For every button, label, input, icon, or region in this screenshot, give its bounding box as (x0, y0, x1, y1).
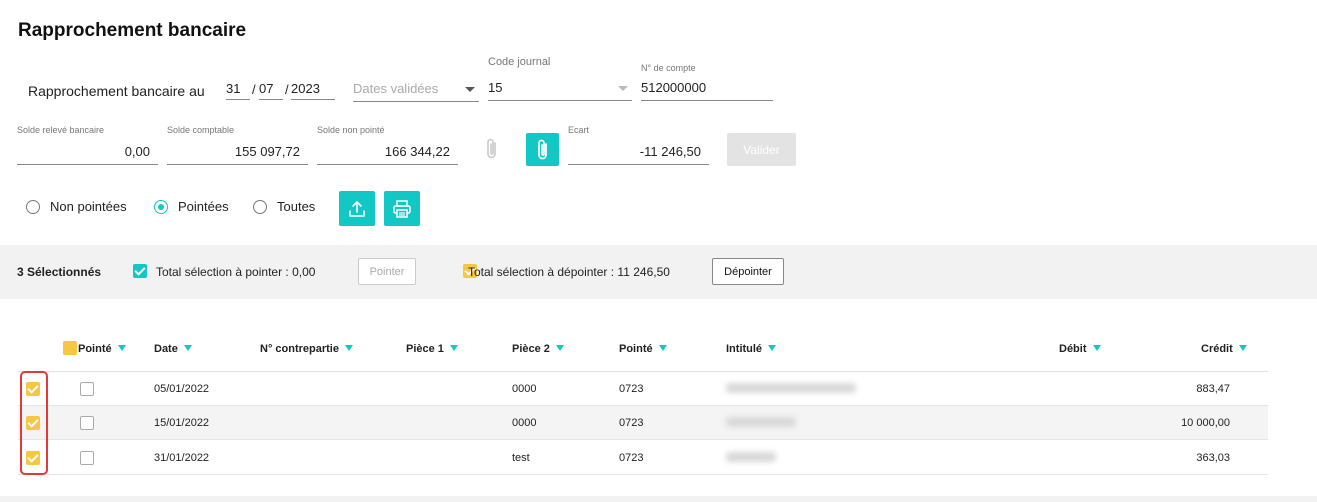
account-number-input[interactable]: 512000000 (641, 77, 773, 101)
column-header-label: Pointé (619, 343, 653, 355)
difference-label: Ecart (568, 125, 590, 135)
row-pointe-checkbox[interactable] (80, 416, 94, 430)
column-header-credit[interactable]: Crédit (1201, 343, 1247, 355)
validated-dates-select[interactable]: Dates validées (353, 78, 479, 102)
filter-label: Toutes (277, 199, 316, 214)
column-header-piece1[interactable]: Pièce 1 (406, 343, 458, 355)
accounting-balance-label: Solde comptable (167, 125, 235, 135)
page-title: Rapprochement bancaire (18, 20, 247, 41)
accounting-balance-value: 155 097,72 (167, 141, 308, 165)
sort-triangle-icon (1238, 345, 1247, 351)
selection-count: 3 Sélectionnés (17, 265, 102, 279)
column-header-pointe[interactable]: Pointé (78, 343, 126, 355)
pointer-total-label: Total sélection à pointer : 0,00 (156, 265, 316, 279)
select-all-checkbox[interactable] (62, 341, 77, 355)
row-credit: 363,03 (1196, 452, 1230, 464)
row-pointe-checkbox[interactable] (80, 382, 94, 396)
row-date: 15/01/2022 (154, 417, 210, 429)
row-intitule-redacted (726, 383, 856, 393)
column-header-debit[interactable]: Débit (1059, 343, 1101, 355)
column-header-label: Intitulé (726, 343, 763, 355)
table-row[interactable]: 05/01/2022 0000 0723 883,47 (18, 372, 1268, 406)
date-separator: / (285, 82, 289, 97)
pointer-total-checkbox[interactable] (133, 264, 147, 278)
column-header-piece2[interactable]: Pièce 2 (512, 343, 564, 355)
column-header-pointe-code[interactable]: Pointé (619, 343, 667, 355)
radio-button (154, 199, 168, 214)
paperclip-icon (478, 134, 506, 164)
selected-checkboxes-highlight (20, 371, 48, 475)
radio-button (26, 199, 40, 214)
column-header-intitule[interactable]: Intitulé (726, 343, 777, 355)
date-day-input[interactable]: 31 (226, 80, 250, 100)
column-header-label: Débit (1059, 343, 1087, 355)
column-header-label: Date (154, 343, 178, 355)
export-button[interactable] (339, 191, 375, 226)
sort-triangle-icon (449, 345, 458, 351)
row-piece2: 0000 (512, 417, 537, 429)
filter-label: Non pointées (50, 199, 127, 214)
unmatched-balance-value: 166 344,22 (317, 141, 458, 165)
column-header-label: Crédit (1201, 343, 1233, 355)
unmatched-balance-label: Solde non pointé (317, 125, 385, 135)
filter-label: Pointées (178, 199, 229, 214)
difference-value: -11 246,50 (568, 141, 709, 165)
date-separator: / (252, 82, 256, 97)
row-intitule-redacted (726, 452, 776, 462)
caret-down-icon (618, 86, 628, 91)
code-journal-value: 15 (488, 80, 503, 95)
table-row[interactable]: 15/01/2022 0000 0723 10 000,00 (18, 406, 1268, 440)
caret-down-icon (465, 87, 475, 92)
validated-dates-placeholder: Dates validées (353, 81, 439, 96)
row-pointe-code: 0723 (619, 417, 644, 429)
row-intitule-redacted (726, 417, 796, 427)
row-date: 31/01/2022 (154, 452, 210, 464)
sort-triangle-icon (555, 345, 564, 351)
sort-triangle-icon (117, 345, 126, 351)
date-year-input[interactable]: 2023 (291, 80, 335, 100)
sort-triangle-icon (344, 345, 353, 351)
filter-non-pointees[interactable]: Non pointées (26, 199, 127, 214)
attach-button[interactable] (526, 133, 559, 166)
print-button[interactable] (384, 191, 420, 226)
radio-button (253, 199, 267, 214)
sort-triangle-icon (1092, 345, 1101, 351)
row-pointe-code: 0723 (619, 452, 644, 464)
validate-button[interactable]: Valider (727, 133, 796, 166)
depointer-button[interactable]: Dépointer (712, 258, 784, 285)
printer-icon (393, 199, 411, 218)
pointer-button[interactable]: Pointer (358, 258, 416, 285)
sort-triangle-icon (658, 345, 667, 351)
column-header-label: Pièce 2 (512, 343, 550, 355)
table-row[interactable]: 31/01/2022 test 0723 363,03 (18, 441, 1268, 475)
sort-triangle-icon (768, 345, 777, 351)
row-credit: 10 000,00 (1181, 417, 1230, 429)
upload-icon (349, 200, 365, 217)
filter-toutes[interactable]: Toutes (253, 199, 315, 214)
bank-balance-label: Solde relevé bancaire (17, 125, 105, 135)
column-header-label: Pièce 1 (406, 343, 444, 355)
row-piece2: test (512, 452, 530, 464)
column-header-label: N° contrepartie (260, 343, 339, 355)
sort-triangle-icon (183, 345, 192, 351)
row-piece2: 0000 (512, 383, 537, 395)
reconciliation-date-label: Rapprochement bancaire au (28, 83, 205, 99)
column-header-label: Pointé (78, 343, 112, 355)
row-pointe-checkbox[interactable] (80, 451, 94, 465)
row-credit: 883,47 (1196, 383, 1230, 395)
bottom-strip (0, 496, 1317, 502)
paperclip-icon (537, 139, 547, 159)
column-header-contrepartie[interactable]: N° contrepartie (260, 343, 353, 355)
row-pointe-code: 0723 (619, 383, 644, 395)
code-journal-label: Code journal (488, 56, 551, 68)
filter-pointees[interactable]: Pointées (154, 199, 229, 214)
code-journal-select[interactable]: 15 (488, 77, 632, 101)
depointer-total-label: Total sélection à dépointer : 11 246,50 (468, 265, 670, 279)
column-header-date[interactable]: Date (154, 343, 192, 355)
row-date: 05/01/2022 (154, 383, 210, 395)
date-month-input[interactable]: 07 (259, 80, 283, 100)
bank-balance-input[interactable]: 0,00 (17, 141, 158, 165)
account-number-label: N° de compte (641, 63, 696, 73)
